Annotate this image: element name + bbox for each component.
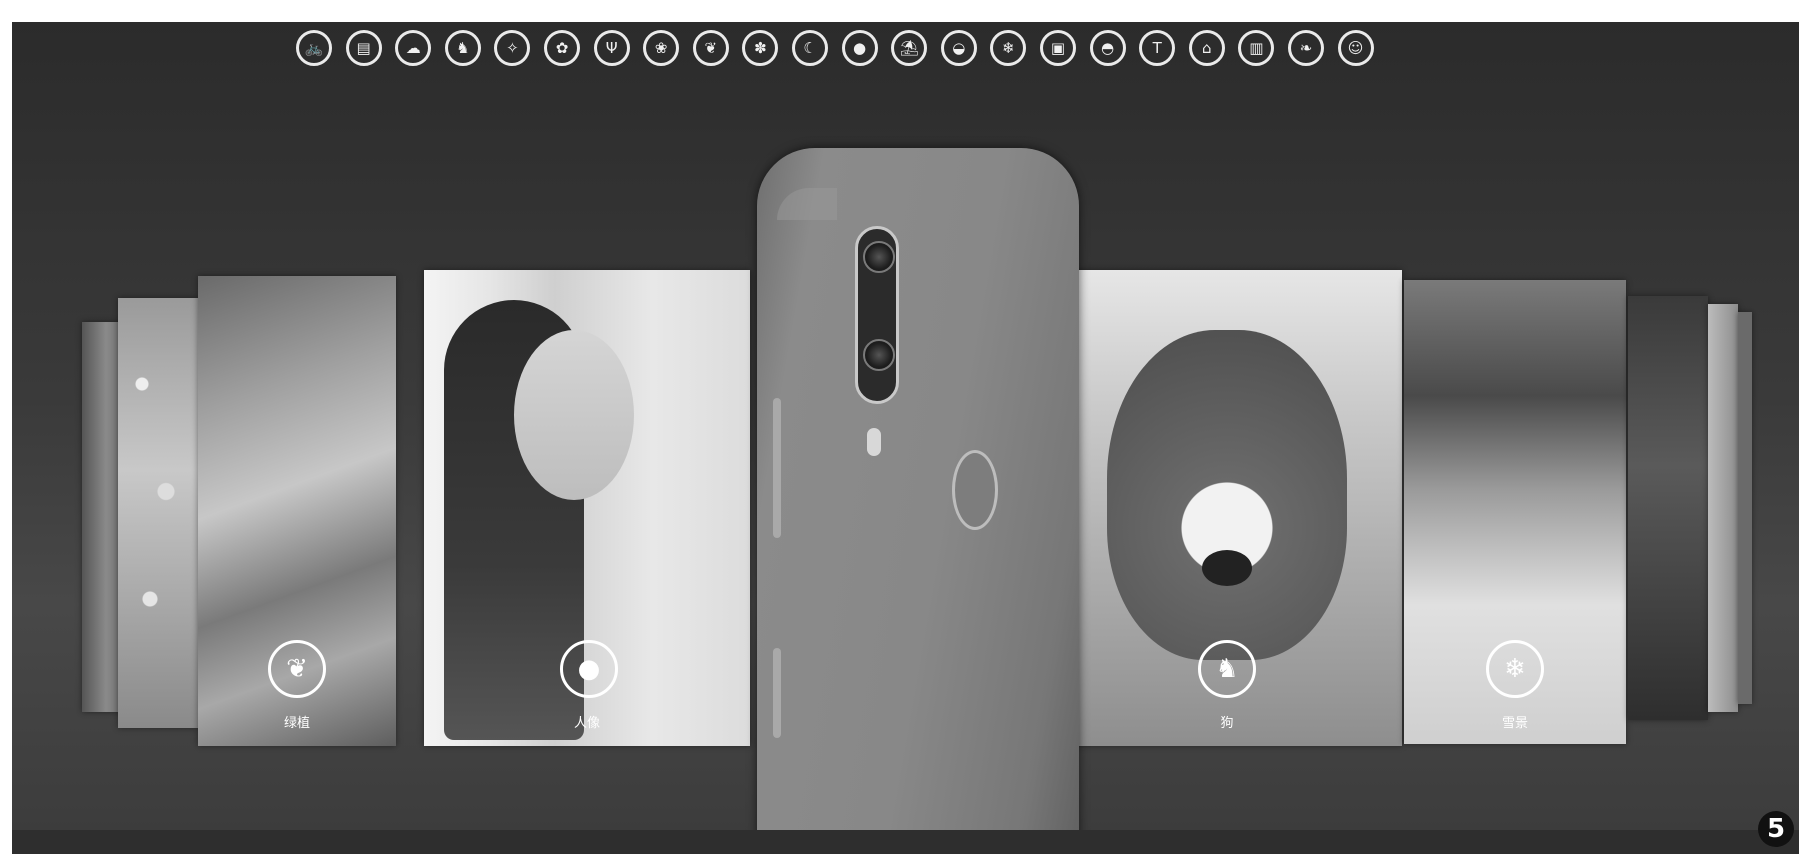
food-icon[interactable]: Ψ [593,30,630,66]
plants-card[interactable]: ❦ 绿植 [198,276,396,746]
stack-card-right-2 [1708,304,1738,712]
snow-icon: ❄ [1486,640,1544,698]
greenery-icon[interactable]: ❧ [1288,30,1324,66]
building-icon[interactable]: ⌂ [1188,30,1225,66]
water-drops-card [118,298,198,728]
portrait-label: 人像 [573,716,600,731]
figure-number-badge: 5 [1758,811,1794,847]
snow-icon[interactable]: ❄ [990,30,1027,66]
panel-icon[interactable]: ▥ [1238,30,1275,66]
dog-card[interactable]: ♞ 狗 [1052,270,1402,746]
bicycle-icon[interactable]: 🚲 [296,30,332,66]
baby-icon[interactable]: ☺ [1337,30,1374,66]
power-button [773,648,781,738]
sunrise-icon[interactable]: ◒ [940,30,977,66]
flash-icon [867,428,881,456]
leaf-icon[interactable]: ❦ [692,30,729,66]
volume-button [773,398,781,538]
bottom-band [12,830,1799,854]
dog-head-shape [1107,330,1347,660]
document-icon[interactable]: ▤ [345,30,382,66]
stack-card-right-1 [1628,296,1708,720]
fingerprint-sensor-icon [952,450,998,530]
blossom-icon[interactable]: ✽ [742,30,779,66]
person-icon[interactable]: ● [841,30,878,66]
portrait-card[interactable]: ● 人像 [424,270,750,746]
sunset-icon[interactable]: ◓ [1089,30,1126,66]
cloud-icon[interactable]: ☁ [395,30,432,66]
person-icon: ● [560,640,618,698]
lotus-icon[interactable]: ❀ [643,30,680,66]
face-shape [514,330,634,500]
scene-icon-strip: 🚲 ▤ ☁ ♞ ✧ ✿ Ψ ❀ ❦ ✽ ☾ ● ⛱ ◒ ❄ ▣ ◓ T ⌂ ▥ ❧ ☺ [12,30,1799,70]
flower-icon[interactable]: ✿ [544,30,580,66]
camera-lens-icon [863,241,895,273]
night-icon[interactable]: ☾ [792,30,828,66]
sparkle-icon[interactable]: ✧ [494,30,531,66]
dog-icon[interactable]: ♞ [444,30,481,66]
stage-icon[interactable]: ▣ [1040,30,1076,66]
dog-nose-shape [1202,550,1252,586]
dog-icon: ♞ [1198,640,1256,698]
phone-back [757,148,1079,854]
beach-icon[interactable]: ⛱ [891,30,928,66]
text-icon[interactable]: T [1139,30,1176,66]
showcase-panel: 🚲 ▤ ☁ ♞ ✧ ✿ Ψ ❀ ❦ ✽ ☾ ● ⛱ ◒ ❄ ▣ ◓ T ⌂ ▥ ❧ ☺ ❦ 绿植 ● 人像 ♞ 狗 ❄ 雪… [12,22,1799,854]
dog-label: 狗 [1220,716,1234,731]
phone-highlight [777,188,837,220]
camera-lens-icon [863,339,895,371]
stack-card-right-3 [1738,312,1752,704]
plants-label: 绿植 [283,716,310,731]
leaf-icon: ❦ [268,640,326,698]
snow-card[interactable]: ❄ 雪景 [1404,280,1626,744]
snow-label: 雪景 [1501,716,1528,731]
dual-camera-module [855,226,899,404]
